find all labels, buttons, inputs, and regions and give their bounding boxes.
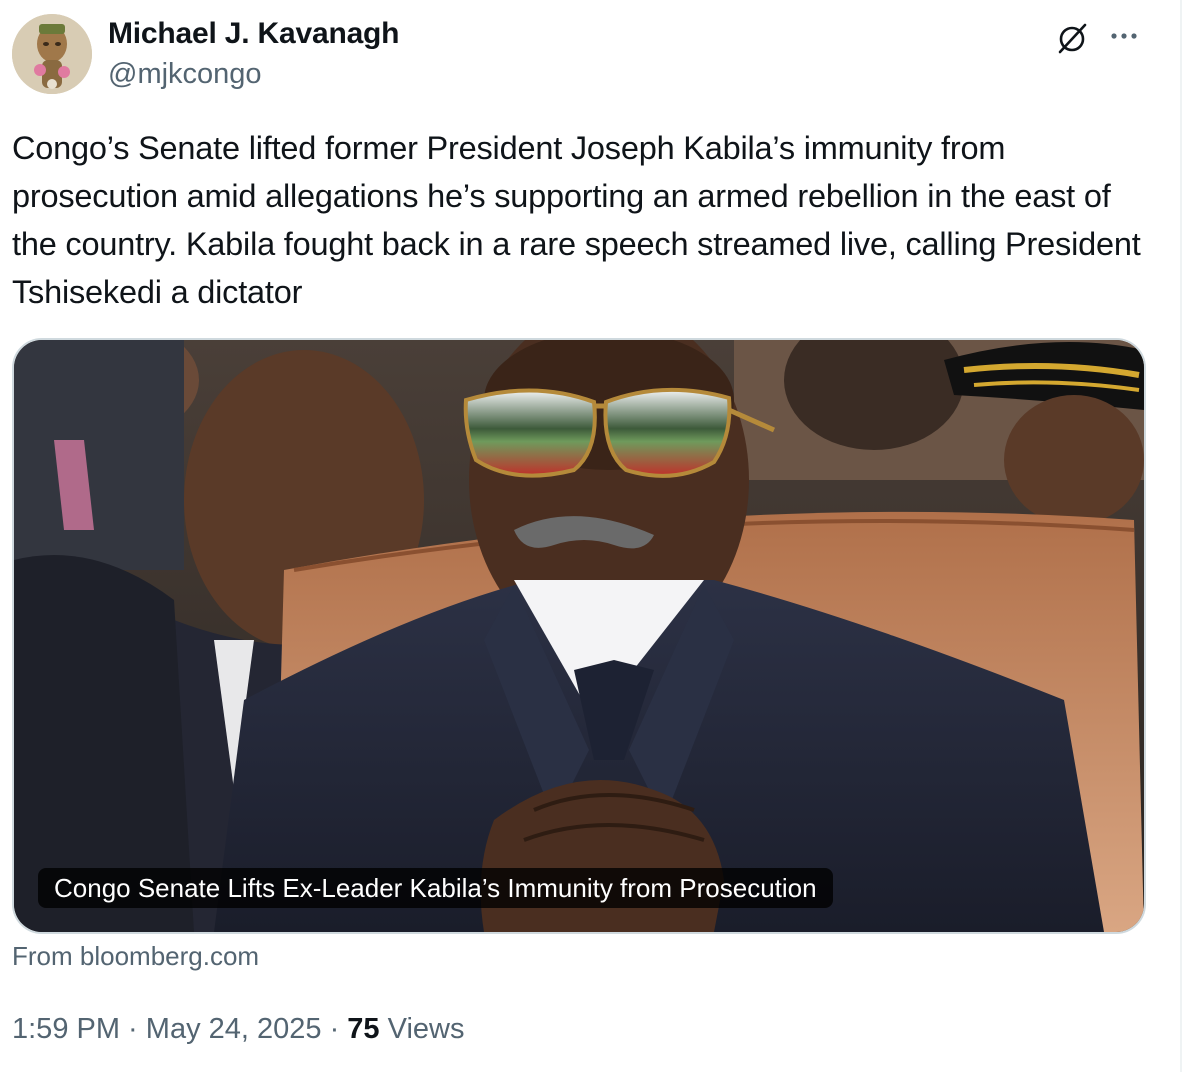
tweet-time[interactable]: 1:59 PM [12,1013,120,1045]
link-card[interactable]: Congo Senate Lifts Ex-Leader Kabila’s Im… [12,338,1146,934]
card-photo [14,340,1144,932]
grok-slash-icon[interactable] [1054,20,1090,56]
card-title: Congo Senate Lifts Ex-Leader Kabila’s Im… [38,868,833,908]
more-dots-icon[interactable] [1106,20,1142,56]
views-label: Views [379,1013,465,1045]
views-count: 75 [347,1013,380,1045]
tweet-meta: 1:59 PM · May 24, 2025 · 75 Views [12,1010,464,1048]
avatar-figure-icon [12,14,92,94]
timeline-border [1180,0,1182,1072]
author-handle[interactable]: @mjkcongo [108,56,262,92]
tweet-date[interactable]: May 24, 2025 [146,1013,322,1045]
meta-separator: · [120,1013,146,1045]
meta-separator: · [321,1013,348,1045]
tweet-text: Congo’s Senate lifted former President J… [12,130,1141,310]
author-name[interactable]: Michael J. Kavanagh [108,16,400,52]
card-source-link[interactable]: From bloomberg.com [12,938,259,974]
avatar[interactable] [12,14,92,94]
